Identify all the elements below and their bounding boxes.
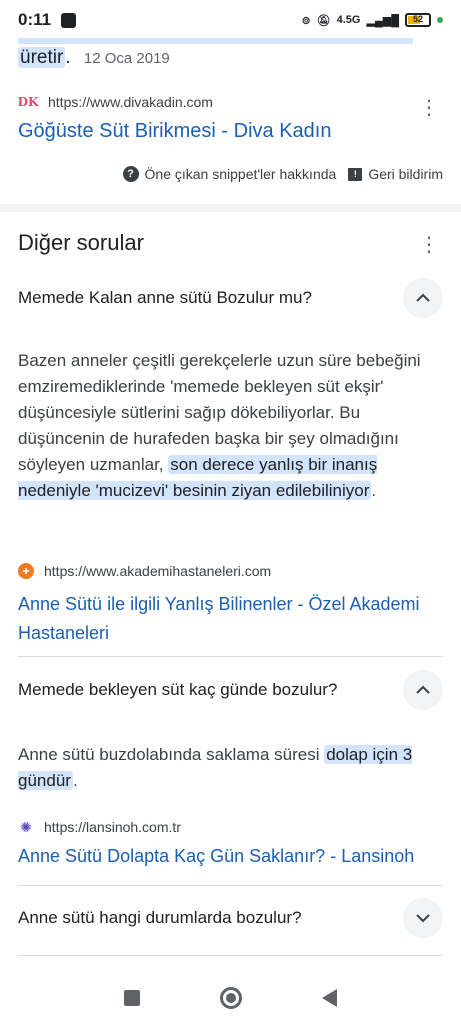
answer-2-source[interactable]: ✺ https://lansinoh.com.tr	[18, 818, 181, 836]
divakadin-favicon-icon: DK	[17, 95, 39, 109]
paa-question-3[interactable]: Anne sütü hangi durumlarda bozulur?	[18, 898, 443, 938]
more-options-icon[interactable]: ⋮	[419, 98, 439, 118]
snippet-feedback-row: ? Öne çıkan snippet'ler hakkında ! Geri …	[122, 166, 443, 182]
lansinoh-favicon-icon: ✺	[20, 818, 32, 835]
snippet-date: 12 Oca 2019	[83, 50, 170, 67]
result-title-link[interactable]: Göğüste Süt Birikmesi - Diva Kadın	[18, 120, 331, 143]
about-snippets-link[interactable]: ? Öne çıkan snippet'ler hakkında	[122, 166, 337, 182]
expand-button[interactable]	[403, 898, 443, 938]
recents-icon[interactable]	[124, 990, 140, 1006]
collapse-button[interactable]	[403, 670, 443, 710]
answer-text: Anne sütü buzdolabında saklama süresi	[18, 745, 325, 764]
notification-icon	[61, 12, 77, 28]
signal-icon: ▂▄▆█	[366, 14, 399, 27]
chevron-down-icon	[416, 914, 430, 923]
back-icon[interactable]	[322, 989, 337, 1007]
clipped-snippet-line: ...	[18, 38, 413, 44]
source-url: https://lansinoh.com.tr	[44, 819, 181, 835]
section-separator	[0, 204, 461, 212]
answer-1-source[interactable]: ✚ https://www.akademihastaneleri.com	[18, 563, 271, 579]
source-url: https://www.akademihastaneleri.com	[44, 563, 272, 579]
question-text: Memede bekleyen süt kaç günde bozulur?	[18, 680, 338, 699]
answer-end: .	[371, 481, 377, 500]
question-text: Memede Kalan anne sütü Bozulur mu?	[18, 288, 312, 307]
paa-more-icon[interactable]: ⋮	[419, 235, 439, 255]
home-icon[interactable]	[220, 987, 242, 1009]
mute-icon: 🔕︎	[316, 14, 331, 27]
answer-1: Bazen anneler çeşitli gerekçelerle uzun …	[18, 348, 443, 504]
help-icon: ?	[122, 166, 139, 182]
divider	[18, 885, 443, 886]
feedback-label: Geri bildirim	[368, 166, 443, 182]
chevron-up-icon	[416, 685, 430, 694]
status-bar: 0:11 ⊚ 🔕︎ 4.5G ▂▄▆█ 52	[0, 0, 461, 40]
answer-1-link[interactable]: Anne Sütü ile ilgili Yanlış Bilinenler -…	[18, 590, 438, 648]
featured-snippet-tail: ... üretir. 12 Oca 2019	[18, 38, 418, 74]
paa-question-2[interactable]: Memede bekleyen süt kaç günde bozulur?	[18, 670, 443, 710]
question-text: Anne sütü hangi durumlarda bozulur?	[18, 908, 302, 927]
system-nav-bar	[0, 972, 461, 1024]
privacy-dot-icon	[437, 17, 443, 23]
battery-level: 52	[412, 14, 423, 24]
snippet-period: .	[65, 47, 71, 68]
paa-title: Diğer sorular	[18, 230, 144, 255]
akademi-favicon-icon: ✚	[18, 563, 34, 579]
answer-2: Anne sütü buzdolabında saklama süresi do…	[18, 742, 443, 794]
collapse-button[interactable]	[403, 278, 443, 318]
snippet-highlight: üretir	[18, 47, 66, 68]
link-icon: ⊚	[301, 14, 311, 27]
answer-end: .	[72, 771, 78, 790]
divider	[18, 955, 443, 956]
clock: 0:11	[18, 10, 52, 29]
feedback-icon: !	[348, 167, 363, 181]
divider	[18, 656, 443, 657]
answer-2-link[interactable]: Anne Sütü Dolapta Kaç Gün Saklanır? - La…	[18, 846, 414, 867]
network-label: 4.5G	[336, 14, 361, 26]
result-source[interactable]: DK https://www.divakadin.com	[18, 94, 213, 110]
chevron-up-icon	[416, 293, 430, 302]
feedback-link[interactable]: ! Geri bildirim	[348, 166, 443, 182]
battery-icon: 52	[405, 13, 431, 27]
result-url: https://www.divakadin.com	[48, 94, 213, 110]
about-snippets-label: Öne çıkan snippet'ler hakkında	[144, 166, 337, 182]
paa-question-1[interactable]: Memede Kalan anne sütü Bozulur mu?	[18, 278, 443, 318]
